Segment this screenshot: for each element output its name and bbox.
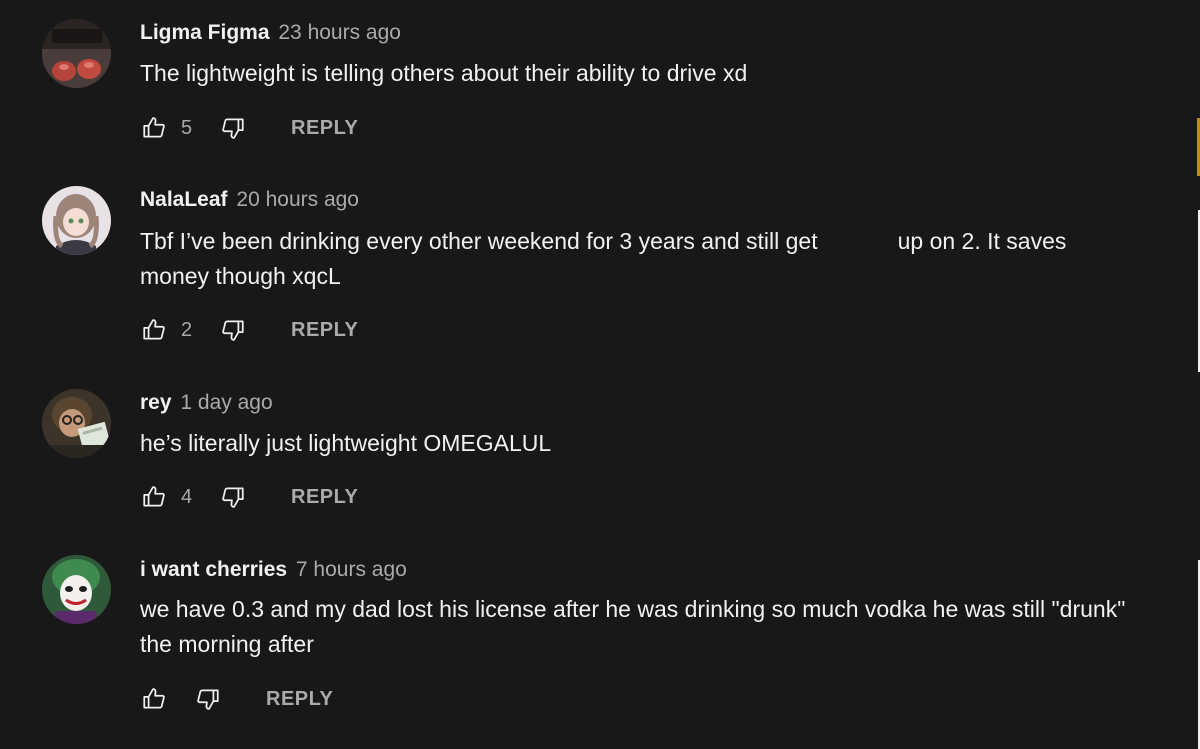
comment-author[interactable]: NalaLeaf (140, 188, 228, 211)
thumbs-down-icon[interactable] (219, 316, 247, 344)
like-count: 5 (181, 116, 193, 139)
comment-text: The lightweight is telling others about … (140, 60, 748, 86)
thumbs-up-icon[interactable] (140, 483, 168, 511)
reply-button[interactable]: REPLY (291, 319, 358, 342)
comment-author[interactable]: i want cherries (140, 558, 287, 581)
comment-actions: 5 REPLY (140, 113, 358, 143)
comment-text: we have 0.3 and my dad lost his license … (140, 596, 1126, 657)
comment-timestamp[interactable]: 20 hours ago (236, 188, 359, 211)
comment-header: NalaLeaf 20 hours ago (140, 188, 359, 212)
comment-text: he’s literally just lightweight OMEGALUL (140, 430, 552, 456)
thumbs-down-icon[interactable] (219, 114, 247, 142)
thumbs-up-icon[interactable] (140, 316, 168, 344)
comment-timestamp[interactable]: 23 hours ago (278, 21, 401, 44)
like-count: 4 (181, 485, 193, 508)
reply-button[interactable]: REPLY (291, 117, 358, 140)
comment-header: Ligma Figma 23 hours ago (140, 21, 401, 45)
comments-section: Ligma Figma 23 hours ago The lightweight… (0, 0, 1200, 749)
comment-text: Tbf I’ve been drinking every other weeke… (140, 224, 1130, 294)
thumbs-up-icon[interactable] (140, 114, 168, 142)
reply-button[interactable]: REPLY (266, 688, 333, 711)
avatar[interactable] (42, 186, 111, 255)
avatar[interactable] (42, 19, 111, 88)
like-count: 2 (181, 318, 193, 341)
thumbs-down-icon[interactable] (194, 685, 222, 713)
avatar[interactable] (42, 555, 111, 624)
comment-actions: REPLY (140, 684, 333, 714)
thumbs-up-icon[interactable] (140, 685, 168, 713)
avatar[interactable] (42, 389, 111, 458)
comment-timestamp[interactable]: 1 day ago (180, 391, 272, 414)
comment-header: rey 1 day ago (140, 391, 273, 415)
comment-header: i want cherries 7 hours ago (140, 558, 407, 582)
comment-author[interactable]: rey (140, 391, 172, 414)
comment-author[interactable]: Ligma Figma (140, 21, 270, 44)
reply-button[interactable]: REPLY (291, 486, 358, 509)
comment-actions: 2 REPLY (140, 315, 358, 345)
comment-text-part: Tbf I’ve been drinking every other weeke… (140, 228, 818, 254)
comment-actions: 4 REPLY (140, 482, 358, 512)
comment-timestamp[interactable]: 7 hours ago (296, 558, 407, 581)
thumbs-down-icon[interactable] (219, 483, 247, 511)
